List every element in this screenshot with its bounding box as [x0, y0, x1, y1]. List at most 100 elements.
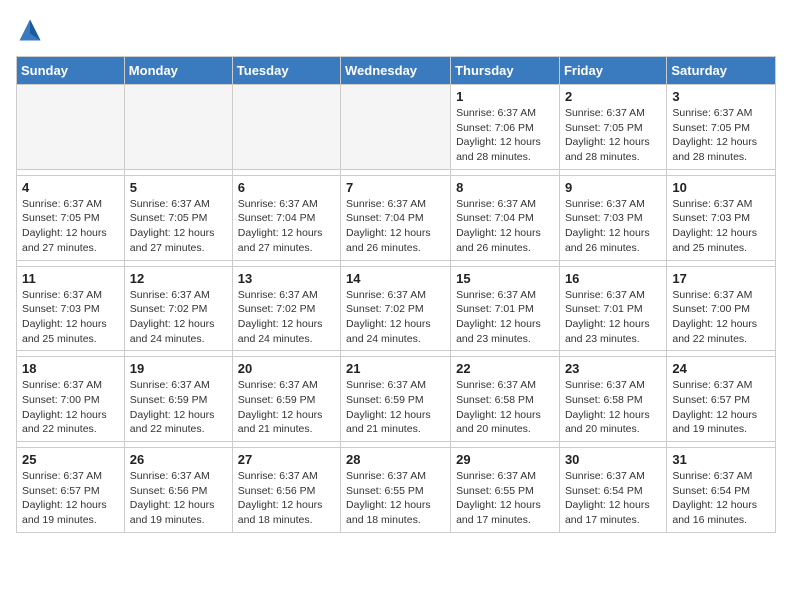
calendar-cell: 18 Sunrise: 6:37 AM Sunset: 7:00 PM Dayli…	[17, 357, 125, 442]
day-info: Sunrise: 6:37 AM Sunset: 6:56 PM Dayligh…	[130, 469, 227, 528]
calendar-cell: 10 Sunrise: 6:37 AM Sunset: 7:03 PM Dayli…	[667, 175, 776, 260]
day-number: 4	[22, 180, 119, 195]
day-number: 30	[565, 452, 661, 467]
calendar-cell: 14 Sunrise: 6:37 AM Sunset: 7:02 PM Dayli…	[341, 266, 451, 351]
calendar-cell: 9Sunrise: 6:37 AM Sunset: 7:03 PM Daylig…	[559, 175, 666, 260]
day-info: Sunrise: 6:37 AM Sunset: 7:05 PM Dayligh…	[672, 106, 770, 165]
day-number: 15	[456, 271, 554, 286]
day-info: Sunrise: 6:37 AM Sunset: 7:04 PM Dayligh…	[238, 197, 335, 256]
day-info: Sunrise: 6:37 AM Sunset: 6:55 PM Dayligh…	[346, 469, 445, 528]
day-info: Sunrise: 6:37 AM Sunset: 7:00 PM Dayligh…	[672, 288, 770, 347]
calendar-cell: 26 Sunrise: 6:37 AM Sunset: 6:56 PM Dayli…	[124, 448, 232, 533]
day-number: 23	[565, 361, 661, 376]
day-info: Sunrise: 6:37 AM Sunset: 7:03 PM Dayligh…	[22, 288, 119, 347]
day-info: Sunrise: 6:37 AM Sunset: 6:59 PM Dayligh…	[238, 378, 335, 437]
day-number: 22	[456, 361, 554, 376]
day-header-monday: Monday	[124, 57, 232, 85]
calendar-cell: 12 Sunrise: 6:37 AM Sunset: 7:02 PM Dayli…	[124, 266, 232, 351]
calendar-header-row: SundayMondayTuesdayWednesdayThursdayFrid…	[17, 57, 776, 85]
calendar-cell	[232, 85, 340, 170]
day-number: 27	[238, 452, 335, 467]
day-number: 20	[238, 361, 335, 376]
day-info: Sunrise: 6:37 AM Sunset: 7:01 PM Dayligh…	[456, 288, 554, 347]
day-header-friday: Friday	[559, 57, 666, 85]
day-number: 8	[456, 180, 554, 195]
day-header-wednesday: Wednesday	[341, 57, 451, 85]
day-number: 3	[672, 89, 770, 104]
day-number: 2	[565, 89, 661, 104]
calendar-cell	[124, 85, 232, 170]
calendar-cell: 8 Sunrise: 6:37 AM Sunset: 7:04 PM Daylig…	[451, 175, 560, 260]
calendar-cell: 28 Sunrise: 6:37 AM Sunset: 6:55 PM Dayli…	[341, 448, 451, 533]
calendar-cell: 21Sunrise: 6:37 AM Sunset: 6:59 PM Dayli…	[341, 357, 451, 442]
day-info: Sunrise: 6:37 AM Sunset: 7:03 PM Dayligh…	[672, 197, 770, 256]
calendar-cell: 4Sunrise: 6:37 AM Sunset: 7:05 PM Daylig…	[17, 175, 125, 260]
day-info: Sunrise: 6:37 AM Sunset: 7:02 PM Dayligh…	[346, 288, 445, 347]
day-info: Sunrise: 6:37 AM Sunset: 6:57 PM Dayligh…	[22, 469, 119, 528]
day-number: 11	[22, 271, 119, 286]
day-number: 19	[130, 361, 227, 376]
day-info: Sunrise: 6:37 AM Sunset: 7:02 PM Dayligh…	[130, 288, 227, 347]
calendar-cell: 15 Sunrise: 6:37 AM Sunset: 7:01 PM Dayli…	[451, 266, 560, 351]
calendar-cell: 25 Sunrise: 6:37 AM Sunset: 6:57 PM Dayli…	[17, 448, 125, 533]
day-header-tuesday: Tuesday	[232, 57, 340, 85]
day-info: Sunrise: 6:37 AM Sunset: 6:58 PM Dayligh…	[565, 378, 661, 437]
calendar-cell: 5 Sunrise: 6:37 AM Sunset: 7:05 PM Daylig…	[124, 175, 232, 260]
calendar-cell: 23 Sunrise: 6:37 AM Sunset: 6:58 PM Dayli…	[559, 357, 666, 442]
day-info: Sunrise: 6:37 AM Sunset: 6:54 PM Dayligh…	[672, 469, 770, 528]
calendar-cell: 30Sunrise: 6:37 AM Sunset: 6:54 PM Dayli…	[559, 448, 666, 533]
day-info: Sunrise: 6:37 AM Sunset: 6:56 PM Dayligh…	[238, 469, 335, 528]
day-info: Sunrise: 6:37 AM Sunset: 7:06 PM Dayligh…	[456, 106, 554, 165]
day-number: 28	[346, 452, 445, 467]
day-number: 14	[346, 271, 445, 286]
day-info: Sunrise: 6:37 AM Sunset: 7:04 PM Dayligh…	[346, 197, 445, 256]
calendar-cell: 27 Sunrise: 6:37 AM Sunset: 6:56 PM Dayli…	[232, 448, 340, 533]
day-number: 18	[22, 361, 119, 376]
calendar-cell: 2Sunrise: 6:37 AM Sunset: 7:05 PM Daylig…	[559, 85, 666, 170]
day-number: 24	[672, 361, 770, 376]
calendar-cell: 17 Sunrise: 6:37 AM Sunset: 7:00 PM Dayli…	[667, 266, 776, 351]
page-header	[16, 16, 776, 44]
day-number: 5	[130, 180, 227, 195]
logo[interactable]	[16, 16, 48, 44]
day-number: 21	[346, 361, 445, 376]
calendar-cell: 7Sunrise: 6:37 AM Sunset: 7:04 PM Daylig…	[341, 175, 451, 260]
calendar-cell	[17, 85, 125, 170]
calendar-cell: 6 Sunrise: 6:37 AM Sunset: 7:04 PM Daylig…	[232, 175, 340, 260]
day-header-saturday: Saturday	[667, 57, 776, 85]
calendar-cell: 16 Sunrise: 6:37 AM Sunset: 7:01 PM Dayli…	[559, 266, 666, 351]
day-number: 25	[22, 452, 119, 467]
day-info: Sunrise: 6:37 AM Sunset: 7:01 PM Dayligh…	[565, 288, 661, 347]
day-number: 9	[565, 180, 661, 195]
calendar-cell: 31 Sunrise: 6:37 AM Sunset: 6:54 PM Dayli…	[667, 448, 776, 533]
day-header-thursday: Thursday	[451, 57, 560, 85]
calendar-week-2: 4 Sunrise: 6:37 AM Sunset: 7:05 PM Daylig…	[17, 175, 776, 260]
day-header-sunday: Sunday	[17, 57, 125, 85]
calendar-cell: 20 Sunrise: 6:37 AM Sunset: 6:59 PM Dayli…	[232, 357, 340, 442]
day-number: 6	[238, 180, 335, 195]
day-info: Sunrise: 6:37 AM Sunset: 7:00 PM Dayligh…	[22, 378, 119, 437]
calendar-cell: 19 Sunrise: 6:37 AM Sunset: 6:59 PM Dayli…	[124, 357, 232, 442]
day-number: 31	[672, 452, 770, 467]
day-number: 17	[672, 271, 770, 286]
day-info: Sunrise: 6:37 AM Sunset: 6:59 PM Dayligh…	[130, 378, 227, 437]
day-info: Sunrise: 6:37 AM Sunset: 6:57 PM Dayligh…	[672, 378, 770, 437]
calendar-cell: 22Sunrise: 6:37 AM Sunset: 6:58 PM Dayli…	[451, 357, 560, 442]
day-info: Sunrise: 6:37 AM Sunset: 7:05 PM Dayligh…	[130, 197, 227, 256]
day-number: 16	[565, 271, 661, 286]
day-number: 26	[130, 452, 227, 467]
day-number: 10	[672, 180, 770, 195]
calendar-cell: 1Sunrise: 6:37 AM Sunset: 7:06 PM Daylig…	[451, 85, 560, 170]
day-number: 29	[456, 452, 554, 467]
calendar-cell: 3 Sunrise: 6:37 AM Sunset: 7:05 PM Daylig…	[667, 85, 776, 170]
day-info: Sunrise: 6:37 AM Sunset: 7:04 PM Dayligh…	[456, 197, 554, 256]
day-info: Sunrise: 6:37 AM Sunset: 6:55 PM Dayligh…	[456, 469, 554, 528]
calendar-cell: 29 Sunrise: 6:37 AM Sunset: 6:55 PM Dayli…	[451, 448, 560, 533]
calendar-cell: 13 Sunrise: 6:37 AM Sunset: 7:02 PM Dayli…	[232, 266, 340, 351]
day-info: Sunrise: 6:37 AM Sunset: 7:02 PM Dayligh…	[238, 288, 335, 347]
calendar-week-1: 1Sunrise: 6:37 AM Sunset: 7:06 PM Daylig…	[17, 85, 776, 170]
day-number: 13	[238, 271, 335, 286]
day-number: 12	[130, 271, 227, 286]
calendar-table: SundayMondayTuesdayWednesdayThursdayFrid…	[16, 56, 776, 533]
calendar-cell: 11 Sunrise: 6:37 AM Sunset: 7:03 PM Dayli…	[17, 266, 125, 351]
